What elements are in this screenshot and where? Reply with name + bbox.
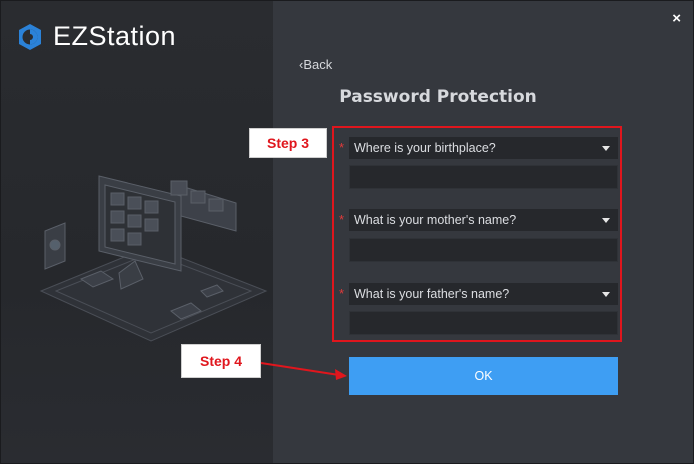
step4-label: Step 4 <box>181 344 261 378</box>
step3-highlight-box <box>332 126 622 342</box>
page-title: Password Protection <box>339 87 537 107</box>
left-panel: EZStation <box>1 1 273 463</box>
surveillance-illustration <box>39 175 268 342</box>
close-icon[interactable]: × <box>672 10 681 27</box>
step4-arrow-icon <box>260 362 347 380</box>
app-window: EZStation × ‹Back Password Protection * … <box>0 0 694 464</box>
ok-button[interactable]: OK <box>349 357 618 395</box>
back-link[interactable]: ‹Back <box>299 57 332 72</box>
app-logo: EZStation <box>15 21 176 52</box>
step3-label: Step 3 <box>249 128 327 158</box>
ezstation-logo-icon <box>19 23 41 50</box>
app-name: EZStation <box>53 21 177 51</box>
